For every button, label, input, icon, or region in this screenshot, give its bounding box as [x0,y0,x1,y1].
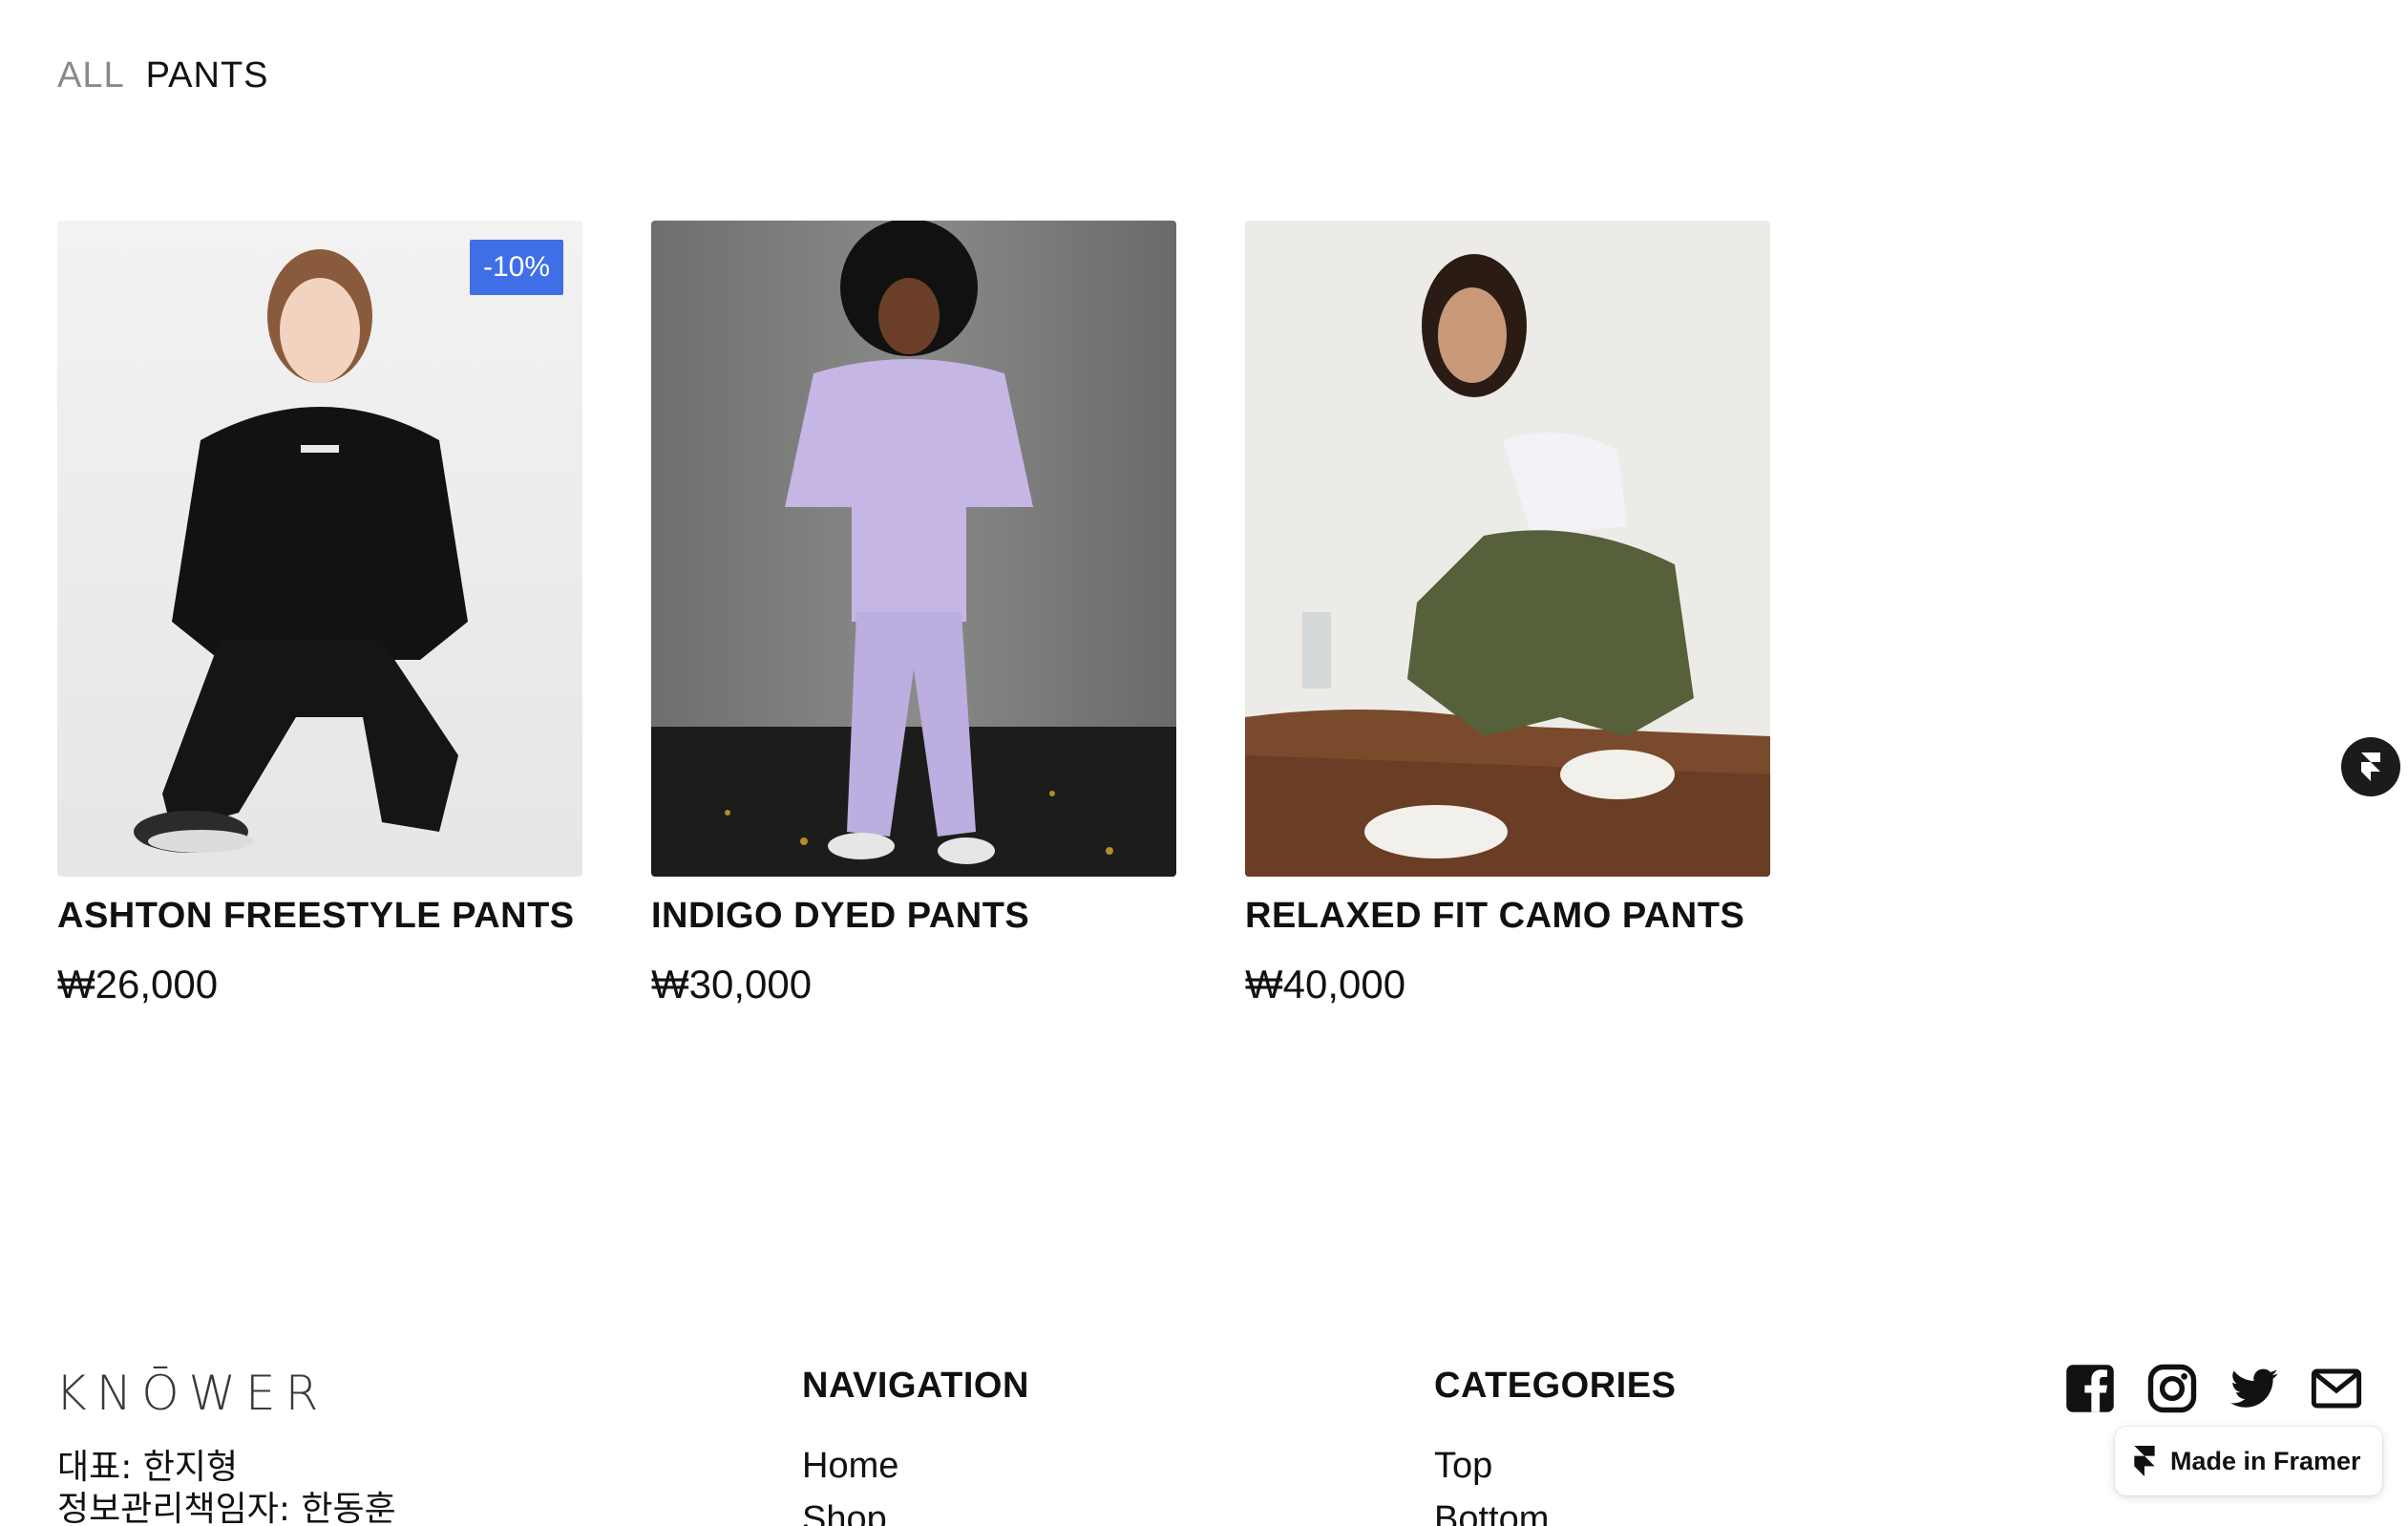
product-photo-olive-cargo-pants [1245,221,1770,877]
footer-link-shop[interactable]: Shop [802,1493,1029,1526]
footer-logo[interactable]: KNŌWER [55,1366,327,1421]
footer-link-bottom[interactable]: Bottom [1434,1493,1676,1526]
framer-icon [2134,1446,2155,1476]
breadcrumb-all-link[interactable]: ALL [57,55,125,96]
product-name[interactable]: ASHTON FREESTYLE PANTS [57,896,582,937]
social-links [2064,1363,2362,1414]
product-name[interactable]: RELAXED FIT CAMO PANTS [1245,896,1770,937]
facebook-icon[interactable] [2064,1363,2116,1414]
twitter-icon[interactable] [2228,1363,2280,1414]
product-photo-black-sweatsuit [57,221,582,877]
breadcrumb-current: PANTS [145,55,269,95]
product-card[interactable]: INDIGO DYED PANTS ₩30,000 [651,221,1176,1007]
footer-categories: CATEGORIES Top Bottom [1434,1366,1676,1526]
product-price: ₩30,000 [651,962,813,1007]
product-card[interactable]: -10% ASHTON FREESTYLE PANTS ₩26,000 [57,221,582,1007]
product-name[interactable]: INDIGO DYED PANTS [651,896,1176,937]
discount-badge: -10% [469,240,563,295]
footer-navigation-title: NAVIGATION [802,1366,1029,1406]
framer-icon [2361,752,2380,781]
mail-icon[interactable] [2311,1363,2362,1414]
footer-link-home[interactable]: Home [802,1439,1029,1493]
footer-company-info: 대표: 한지형 정보관리책임자: 한동훈 [57,1447,396,1526]
product-price: ₩26,000 [57,962,219,1007]
footer-info-line: 대표: 한지형 [57,1448,239,1487]
product-card[interactable]: RELAXED FIT CAMO PANTS ₩40,000 [1245,221,1770,1007]
footer-link-top[interactable]: Top [1434,1439,1676,1493]
product-image[interactable]: -10% [57,221,582,877]
product-price: ₩40,000 [1245,962,1406,1007]
instagram-icon[interactable] [2146,1363,2198,1414]
product-image[interactable] [1245,221,1770,877]
footer-navigation: NAVIGATION Home Shop [802,1366,1029,1526]
product-photo-lilac-sweatsuit [651,221,1176,877]
framer-floating-button[interactable] [2341,737,2400,796]
breadcrumb: ALL PANTS [57,55,269,96]
made-in-framer-badge[interactable]: Made in Framer [2115,1427,2382,1495]
product-image[interactable] [651,221,1176,877]
made-in-framer-label: Made in Framer [2170,1446,2361,1475]
footer-info-line: 정보관리책임자: 한동훈 [57,1490,396,1526]
footer-categories-title: CATEGORIES [1434,1366,1677,1406]
